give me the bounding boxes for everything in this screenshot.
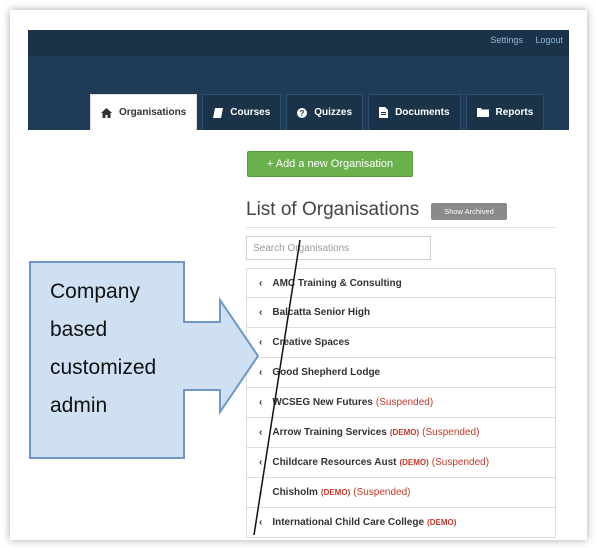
book-icon <box>213 107 224 118</box>
tab-label: Reports <box>495 107 534 118</box>
title-divider <box>246 227 556 228</box>
tab-documents[interactable]: Documents <box>368 94 461 130</box>
demo-badge: (DEMO) <box>389 428 420 437</box>
callout-annotation: Company based customized admin <box>29 261 260 459</box>
tab-label: Organisations <box>119 107 187 118</box>
demo-badge: (DEMO) <box>427 518 457 527</box>
organisation-name: International Child Care College <box>272 517 425 528</box>
header-links: Settings Logout <box>480 35 563 45</box>
page-title: List of Organisations <box>246 199 420 220</box>
list-item[interactable]: ‹ Balcatta Senior High <box>246 298 556 328</box>
status-badge: (Suspended) <box>422 427 480 438</box>
organisation-name: AMC Training & Consulting <box>272 277 402 289</box>
question-icon: ? <box>297 107 308 118</box>
list-item[interactable]: ‹ Chisholm (DEMO) (Suspended) <box>246 478 556 508</box>
tab-organisations[interactable]: Organisations <box>90 94 198 130</box>
organisation-name: Balcatta Senior High <box>272 307 371 318</box>
folder-icon <box>476 108 489 117</box>
organisation-name: WCSEG New Futures <box>272 397 373 408</box>
list-item[interactable]: ‹ WCSEG New Futures (Suspended) <box>246 388 556 418</box>
demo-badge: (DEMO) <box>320 488 351 497</box>
main-tabs: Organisations Courses ? Quizzes Document… <box>90 94 545 130</box>
document-icon <box>379 107 389 118</box>
organisation-name: Good Shepherd Lodge <box>272 367 381 378</box>
chevron-left-icon: ‹ <box>259 517 263 528</box>
tab-label: Quizzes <box>314 107 353 118</box>
list-item[interactable]: ‹ Childcare Resources Aust (DEMO) (Suspende… <box>246 448 556 478</box>
status-badge: (Suspended) <box>353 487 411 498</box>
callout-line: customized <box>50 356 156 379</box>
search-organisations-input[interactable] <box>246 236 431 260</box>
tab-quizzes[interactable]: ? Quizzes <box>286 94 364 130</box>
list-item[interactable]: ‹ Creative Spaces <box>246 328 556 358</box>
status-badge: (Suspended) <box>431 457 490 468</box>
organisation-name: Arrow Training Services <box>272 427 387 438</box>
top-strip: Settings Logout <box>28 30 569 56</box>
callout-line: based <box>50 318 107 341</box>
tab-label: Documents <box>395 107 450 118</box>
organisation-name: Creative Spaces <box>272 337 350 348</box>
callout-line: Company <box>50 280 140 303</box>
tab-courses[interactable]: Courses <box>202 94 282 130</box>
svg-text:?: ? <box>300 109 305 118</box>
chevron-left-icon: ‹ <box>259 487 263 498</box>
organisation-name: Childcare Resources Aust <box>272 457 397 468</box>
list-item[interactable]: ‹ International Child Care College (DEMO) <box>246 508 556 538</box>
top-navigation: Settings Logout Organisations Courses ? <box>28 30 569 130</box>
tab-reports[interactable]: Reports <box>465 94 545 130</box>
list-item[interactable]: ‹ Arrow Training Services (DEMO) (Suspended… <box>246 418 556 448</box>
list-item[interactable]: ‹ Good Shepherd Lodge <box>246 358 556 388</box>
list-item[interactable]: ‹ AMC Training & Consulting <box>246 268 556 298</box>
tab-label: Courses <box>230 107 271 118</box>
callout-line: admin <box>50 394 107 417</box>
organisation-name: Chisholm <box>272 487 318 498</box>
status-badge: (Suspended) <box>375 397 434 408</box>
screenshot-frame: Settings Logout Organisations Courses ? <box>10 10 587 540</box>
demo-badge: (DEMO) <box>399 458 429 467</box>
home-icon <box>101 107 112 118</box>
add-organisation-button[interactable]: + Add a new Organisation <box>247 151 413 177</box>
organisation-list: ‹ AMC Training & Consulting ‹ Balcatta Seni… <box>246 268 556 538</box>
settings-link[interactable]: Settings <box>490 35 523 45</box>
show-archived-button[interactable]: Show Archived <box>431 203 507 220</box>
logout-link[interactable]: Logout <box>535 35 563 45</box>
